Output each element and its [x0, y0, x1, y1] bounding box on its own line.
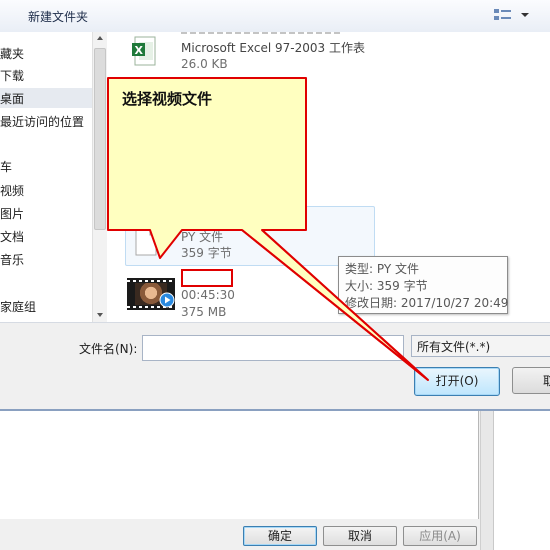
- callout-arrow: [241, 229, 429, 381]
- annotation-text: 选择视频文件: [122, 90, 213, 108]
- annotation-callout: [107, 77, 429, 381]
- callout-shape: [107, 77, 429, 381]
